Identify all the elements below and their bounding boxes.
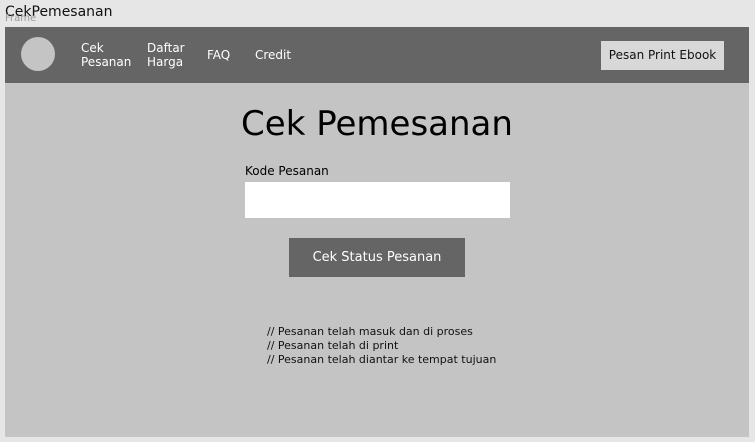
nav-item-cek-pesanan[interactable]: Cek Pesanan [81, 41, 133, 69]
navbar: Cek Pesanan Daftar Harga FAQ Credit Pesa… [5, 27, 749, 83]
nav-item-label: Cek [81, 41, 104, 55]
nav-item-label: Harga [147, 55, 184, 69]
nav-item-daftar-harga[interactable]: Daftar Harga [147, 41, 191, 69]
nav-item-label: Daftar [147, 41, 185, 55]
status-line: // Pesanan telah di print [267, 339, 399, 352]
pesan-print-ebook-button[interactable]: Pesan Print Ebook [601, 41, 724, 70]
kode-pesanan-label: Kode Pesanan [245, 164, 329, 178]
nav-item-label: Pesanan [81, 55, 132, 69]
page-title: Cek Pemesanan [241, 104, 513, 144]
kode-pesanan-input[interactable] [245, 182, 510, 218]
cek-status-pesanan-button[interactable]: Cek Status Pesanan [289, 238, 465, 277]
nav-item-credit[interactable]: Credit [255, 48, 291, 62]
logo-circle[interactable] [21, 37, 55, 71]
status-list: // Pesanan telah masuk dan di proses // … [267, 325, 496, 367]
frame-label: Frame [5, 13, 37, 24]
nav-item-faq[interactable]: FAQ [207, 48, 230, 62]
status-line: // Pesanan telah diantar ke tempat tujua… [267, 353, 497, 366]
app-frame: Cek Pesanan Daftar Harga FAQ Credit Pesa… [5, 27, 749, 437]
status-line: // Pesanan telah masuk dan di proses [267, 325, 473, 338]
